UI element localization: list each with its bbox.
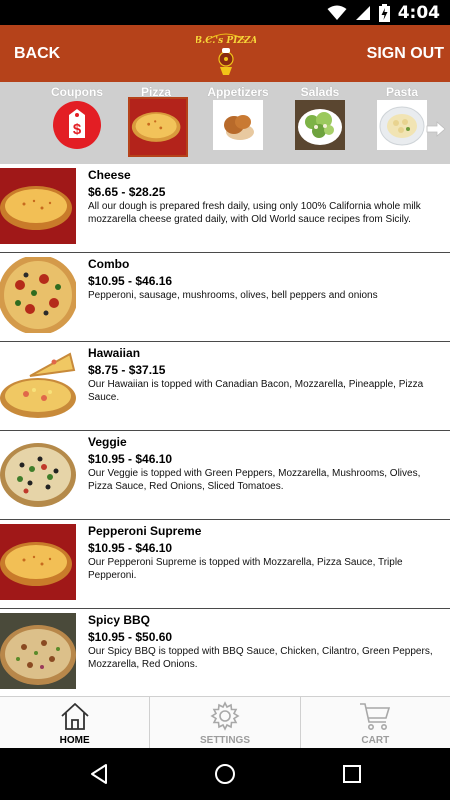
- category-pizza[interactable]: Pizza: [120, 82, 192, 164]
- category-label: Salads: [300, 85, 340, 99]
- brand-logo[interactable]: B.C.'s PIZZA: [196, 29, 256, 77]
- item-price: $8.75 - $37.15: [88, 363, 166, 377]
- gear-icon: [210, 701, 240, 731]
- tab-settings[interactable]: SETTINGS: [150, 697, 301, 748]
- spicy-bbq-pizza-image: [0, 613, 76, 689]
- system-navigation-bar: [0, 748, 450, 800]
- item-name: Hawaiian: [88, 346, 141, 360]
- clock-time: 4:04: [397, 2, 440, 23]
- coupon-tag-icon: $: [53, 101, 101, 149]
- item-name: Pepperoni Supreme: [88, 524, 202, 538]
- item-description: Our Veggie is topped with Green Peppers,…: [88, 468, 421, 492]
- item-name: Veggie: [88, 435, 127, 449]
- menu-item-spicy-bbq[interactable]: Spicy BBQ $10.95 - $50.60 Our Spicy BBQ …: [0, 609, 450, 696]
- app-screen: 4:04 BACK B.C.'s PIZZA SIGN OUT Coupons …: [0, 0, 450, 800]
- pizza-thumbnail: [128, 97, 188, 157]
- home-icon: [61, 703, 89, 730]
- tab-label: SETTINGS: [199, 735, 250, 746]
- item-description: Pepperoni, sausage, mushrooms, olives, b…: [88, 290, 378, 301]
- category-label: Coupons: [51, 85, 103, 99]
- sign-out-button[interactable]: SIGN OUT: [367, 25, 444, 82]
- menu-item-combo[interactable]: Combo $10.95 - $46.16 Pepperoni, sausage…: [0, 253, 450, 342]
- scroll-right-arrow-icon[interactable]: [426, 121, 446, 137]
- item-price: $10.95 - $46.16: [88, 274, 173, 288]
- appetizer-thumbnail: [213, 100, 263, 150]
- category-label: Appetizers: [207, 85, 269, 99]
- home-circle-icon[interactable]: [214, 763, 236, 785]
- item-name: Spicy BBQ: [88, 613, 151, 627]
- category-salads[interactable]: Salads: [284, 82, 356, 164]
- combo-pizza-image: [0, 257, 76, 333]
- cheese-pizza-image: [0, 168, 76, 244]
- hawaiian-pizza-image: [0, 346, 76, 422]
- app-header: BACK B.C.'s PIZZA SIGN OUT: [0, 25, 450, 82]
- battery-charging-icon: [378, 3, 390, 22]
- category-strip: Coupons $ Pizza Appetizers Salads Pasta: [0, 82, 450, 164]
- status-bar: 4:04: [0, 0, 450, 25]
- salad-thumbnail: [295, 100, 345, 150]
- wifi-icon: [327, 5, 347, 20]
- logo-text: B.C.'s PIZZA: [196, 36, 256, 46]
- category-label: Pasta: [385, 85, 419, 99]
- tab-home[interactable]: HOME: [0, 697, 151, 748]
- item-description: Our Spicy BBQ is topped with BBQ Sauce, …: [88, 646, 433, 670]
- category-appetizers[interactable]: Appetizers: [202, 82, 274, 164]
- item-name: Cheese: [88, 168, 131, 182]
- signal-icon: [355, 5, 370, 20]
- item-name: Combo: [88, 257, 130, 271]
- recents-square-icon[interactable]: [342, 763, 362, 785]
- tab-label: HOME: [59, 735, 90, 746]
- item-price: $10.95 - $46.10: [88, 541, 173, 555]
- menu-item-pepperoni-supreme[interactable]: Pepperoni Supreme $10.95 - $46.10 Our Pe…: [0, 520, 450, 609]
- pasta-thumbnail: [377, 100, 427, 150]
- menu-item-cheese[interactable]: Cheese $6.65 - $28.25 All our dough is p…: [0, 164, 450, 253]
- svg-text:$: $: [73, 121, 82, 138]
- menu-item-veggie[interactable]: Veggie $10.95 - $46.10 Our Veggie is top…: [0, 431, 450, 520]
- tab-cart[interactable]: CART: [301, 697, 450, 748]
- bottom-tab-bar: HOME SETTINGS CART: [0, 696, 450, 748]
- item-price: $6.65 - $28.25: [88, 185, 166, 199]
- veggie-pizza-image: [0, 435, 76, 511]
- back-button[interactable]: BACK: [14, 25, 60, 82]
- menu-item-list: Cheese $6.65 - $28.25 All our dough is p…: [0, 164, 450, 696]
- pepperoni-supreme-pizza-image: [0, 524, 76, 600]
- category-coupons[interactable]: Coupons $: [41, 82, 113, 164]
- tab-label: CART: [361, 735, 390, 746]
- menu-item-hawaiian[interactable]: Hawaiian $8.75 - $37.15 Our Hawaiian is …: [0, 342, 450, 431]
- item-price: $10.95 - $50.60: [88, 630, 173, 644]
- item-description: Our Hawaiian is topped with Canadian Bac…: [88, 379, 424, 403]
- item-price: $10.95 - $46.10: [88, 452, 173, 466]
- cart-icon: [360, 703, 391, 730]
- item-description: All our dough is prepared fresh daily, u…: [88, 201, 421, 225]
- item-description: Our Pepperoni Supreme is topped with Moz…: [88, 557, 403, 581]
- back-triangle-icon[interactable]: [88, 763, 110, 785]
